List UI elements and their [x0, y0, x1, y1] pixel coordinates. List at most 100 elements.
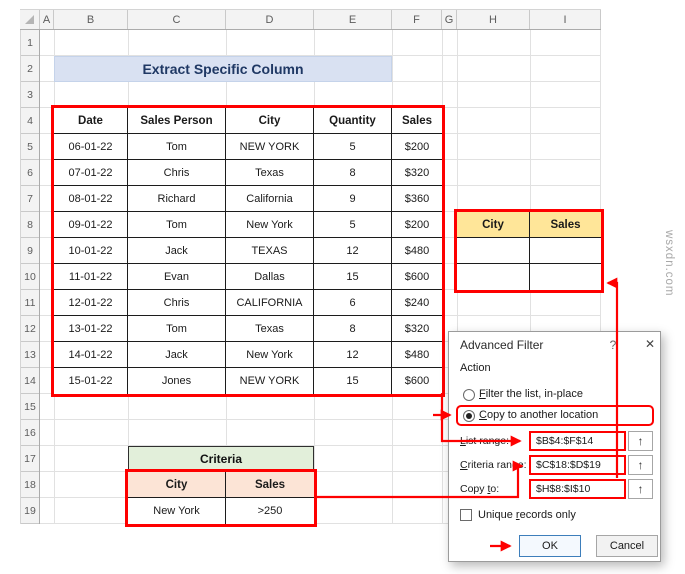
- cell-quantity[interactable]: 12: [314, 238, 392, 264]
- cell-sales[interactable]: $240: [392, 290, 442, 316]
- close-icon[interactable]: ✕: [643, 337, 657, 351]
- cell-sales[interactable]: $200: [392, 212, 442, 238]
- cell-city[interactable]: NEW YORK: [226, 134, 314, 160]
- row-header[interactable]: 15: [21, 394, 39, 420]
- output-header-sales[interactable]: Sales: [530, 212, 601, 238]
- column-header-e[interactable]: E: [314, 10, 392, 29]
- cell-sales[interactable]: $480: [392, 238, 442, 264]
- row-header[interactable]: 11: [21, 290, 39, 316]
- cell-person[interactable]: Evan: [128, 264, 226, 290]
- cell-sales[interactable]: $600: [392, 264, 442, 290]
- cell-city[interactable]: New York: [226, 212, 314, 238]
- cell-person[interactable]: Chris: [128, 160, 226, 186]
- row-header[interactable]: 5: [21, 134, 39, 160]
- row-header[interactable]: 3: [21, 82, 39, 108]
- cancel-button[interactable]: Cancel: [596, 535, 658, 557]
- copy-to-selector-button[interactable]: ↑: [628, 479, 653, 499]
- column-header-c[interactable]: C: [128, 10, 226, 29]
- column-header-d[interactable]: D: [226, 10, 314, 29]
- cell-quantity[interactable]: 15: [314, 264, 392, 290]
- cell-quantity[interactable]: 5: [314, 134, 392, 160]
- cell-person[interactable]: Jones: [128, 368, 226, 394]
- header-person[interactable]: Sales Person: [128, 108, 226, 134]
- cell-person[interactable]: Tom: [128, 316, 226, 342]
- cell-date[interactable]: 07-01-22: [54, 160, 128, 186]
- cell-city[interactable]: CALIFORNIA: [226, 290, 314, 316]
- row-header[interactable]: 10: [21, 264, 39, 290]
- criteria-range-input[interactable]: $C$18:$D$19: [529, 455, 626, 475]
- cell-quantity[interactable]: 5: [314, 212, 392, 238]
- cell-sales[interactable]: $360: [392, 186, 442, 212]
- unique-records-checkbox[interactable]: [460, 509, 472, 521]
- row-header[interactable]: 12: [21, 316, 39, 342]
- cell-city[interactable]: New York: [226, 342, 314, 368]
- output-cell-empty[interactable]: [530, 238, 601, 264]
- cell-person[interactable]: Tom: [128, 212, 226, 238]
- header-city[interactable]: City: [226, 108, 314, 134]
- row-header[interactable]: 14: [21, 368, 39, 394]
- cell-city[interactable]: TEXAS: [226, 238, 314, 264]
- criteria-cell-sales[interactable]: >250: [226, 498, 314, 524]
- column-header-a[interactable]: A: [40, 10, 54, 29]
- output-cell-empty[interactable]: [530, 264, 601, 290]
- cell-sales[interactable]: $200: [392, 134, 442, 160]
- cell-date[interactable]: 06-01-22: [54, 134, 128, 160]
- row-header[interactable]: 7: [21, 186, 39, 212]
- row-header[interactable]: 17: [21, 446, 39, 472]
- row-header[interactable]: 8: [21, 212, 39, 238]
- list-range-selector-button[interactable]: ↑: [628, 431, 653, 451]
- cell-sales[interactable]: $320: [392, 316, 442, 342]
- cell-person[interactable]: Jack: [128, 342, 226, 368]
- cell-date[interactable]: 12-01-22: [54, 290, 128, 316]
- header-quantity[interactable]: Quantity: [314, 108, 392, 134]
- cell-date[interactable]: 08-01-22: [54, 186, 128, 212]
- copy-to-input[interactable]: $H$8:$I$10: [529, 479, 626, 499]
- cell-quantity[interactable]: 6: [314, 290, 392, 316]
- cell-sales[interactable]: $600: [392, 368, 442, 394]
- cell-date[interactable]: 13-01-22: [54, 316, 128, 342]
- output-header-city[interactable]: City: [457, 212, 530, 238]
- criteria-range-selector-button[interactable]: ↑: [628, 455, 653, 475]
- column-header-i[interactable]: I: [530, 10, 601, 29]
- cell-quantity[interactable]: 15: [314, 368, 392, 394]
- cell-city[interactable]: Texas: [226, 316, 314, 342]
- row-header[interactable]: 4: [21, 108, 39, 134]
- cell-city[interactable]: Dallas: [226, 264, 314, 290]
- cell-person[interactable]: Jack: [128, 238, 226, 264]
- row-header[interactable]: 6: [21, 160, 39, 186]
- unique-records-label[interactable]: Unique records only: [478, 509, 576, 521]
- cell-city[interactable]: California: [226, 186, 314, 212]
- page-title[interactable]: Extract Specific Column: [54, 56, 392, 82]
- cell-date[interactable]: 09-01-22: [54, 212, 128, 238]
- cell-date[interactable]: 14-01-22: [54, 342, 128, 368]
- row-header[interactable]: 9: [21, 238, 39, 264]
- cell-date[interactable]: 15-01-22: [54, 368, 128, 394]
- cell-date[interactable]: 10-01-22: [54, 238, 128, 264]
- cell-city[interactable]: NEW YORK: [226, 368, 314, 394]
- cell-city[interactable]: Texas: [226, 160, 314, 186]
- help-icon[interactable]: ?: [606, 338, 620, 352]
- list-range-input[interactable]: $B$4:$F$14: [529, 431, 626, 451]
- output-cell-empty[interactable]: [457, 238, 530, 264]
- row-header[interactable]: 1: [21, 30, 39, 56]
- row-header[interactable]: 16: [21, 420, 39, 446]
- cell-person[interactable]: Chris: [128, 290, 226, 316]
- cell-quantity[interactable]: 8: [314, 316, 392, 342]
- radio-filter-in-place-label[interactable]: Filter the list, in-place: [479, 388, 583, 400]
- criteria-header-sales[interactable]: Sales: [226, 472, 314, 498]
- cell-quantity[interactable]: 12: [314, 342, 392, 368]
- output-cell-empty[interactable]: [457, 264, 530, 290]
- column-header-b[interactable]: B: [54, 10, 128, 29]
- header-date[interactable]: Date: [54, 108, 128, 134]
- column-header-h[interactable]: H: [457, 10, 530, 29]
- row-header[interactable]: 2: [21, 56, 39, 82]
- cell-quantity[interactable]: 9: [314, 186, 392, 212]
- ok-button[interactable]: OK: [519, 535, 581, 557]
- column-header-g[interactable]: G: [442, 10, 457, 29]
- row-header[interactable]: 18: [21, 472, 39, 498]
- select-all-corner[interactable]: [20, 10, 40, 29]
- cell-sales[interactable]: $480: [392, 342, 442, 368]
- criteria-header-city[interactable]: City: [128, 472, 226, 498]
- cell-person[interactable]: Richard: [128, 186, 226, 212]
- header-sales[interactable]: Sales: [392, 108, 442, 134]
